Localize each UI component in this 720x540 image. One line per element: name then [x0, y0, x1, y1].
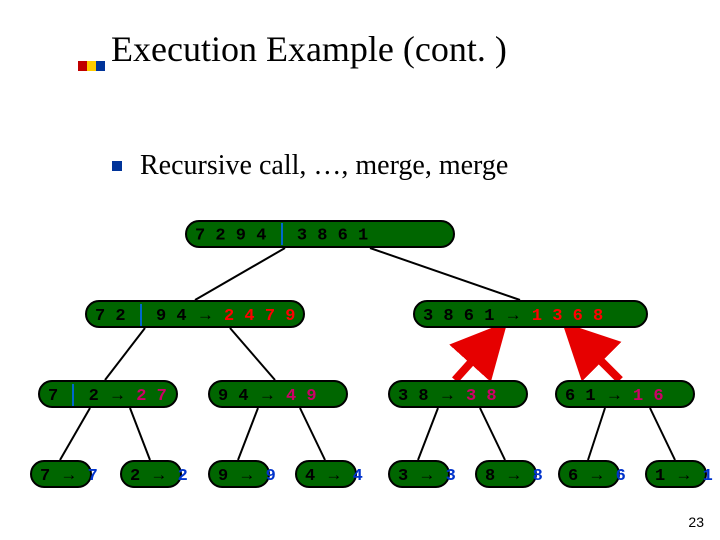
- title-accent: [78, 61, 105, 71]
- node-in-right: 2: [89, 387, 99, 406]
- tree-node-lr: 9 4 → 4 9: [208, 380, 348, 408]
- node-in: 6: [568, 467, 578, 486]
- node-out: 4 9: [286, 387, 317, 406]
- arrow-icon: →: [505, 465, 522, 484]
- tree-leaf: 7 → 7: [30, 460, 92, 488]
- node-out: 3 8: [466, 387, 497, 406]
- node-in-left: 7 2 9 4: [195, 226, 266, 245]
- node-out: 2 4 7 9: [224, 307, 295, 326]
- arrow-icon: →: [505, 305, 522, 324]
- node-in-right: 9 4: [156, 307, 187, 326]
- arrow-icon: →: [606, 385, 623, 404]
- split-bar: [281, 223, 283, 245]
- bullet-icon: [112, 161, 122, 171]
- node-in: 2: [130, 467, 140, 486]
- arrow-icon: →: [197, 305, 214, 324]
- node-in: 3 8: [398, 387, 429, 406]
- node-in: 8: [485, 467, 495, 486]
- node-in: 1: [655, 467, 665, 486]
- tree-node-rl: 3 8 → 3 8: [388, 380, 528, 408]
- node-out: 4: [353, 467, 363, 486]
- node-in: 3 8 6 1: [423, 307, 494, 326]
- title-block: Execution Example (cont. ): [78, 28, 507, 70]
- node-in: 9: [218, 467, 228, 486]
- tree-leaf: 6 → 6: [558, 460, 620, 488]
- node-out: 1 3 6 8: [532, 307, 603, 326]
- arrow-icon: →: [439, 385, 456, 404]
- node-out: 1 6: [633, 387, 664, 406]
- arrow-icon: →: [259, 385, 276, 404]
- node-out: 3: [446, 467, 456, 486]
- tree-leaf: 1 → 1: [645, 460, 707, 488]
- node-in: 7: [40, 467, 50, 486]
- tree-leaf: 2 → 2: [120, 460, 182, 488]
- node-in-right: 3 8 6 1: [297, 226, 368, 245]
- tree-leaf: 4 → 4: [295, 460, 357, 488]
- bullet-line: Recursive call, …, merge, merge: [112, 150, 508, 182]
- arrow-icon: →: [238, 465, 255, 484]
- node-in: 4: [305, 467, 315, 486]
- tree-node-r: 3 8 6 1 → 1 3 6 8: [413, 300, 648, 328]
- bullet-text: Recursive call, …, merge, merge: [140, 150, 508, 181]
- arrow-icon: →: [150, 465, 167, 484]
- node-out: 2: [178, 467, 188, 486]
- node-in: 3: [398, 467, 408, 486]
- node-out: 1: [703, 467, 713, 486]
- arrow-icon: →: [109, 385, 126, 404]
- tree-node-l: 7 2 9 4 → 2 4 7 9: [85, 300, 305, 328]
- tree-leaf: 3 → 3: [388, 460, 450, 488]
- mergesort-tree: 7 2 9 4 3 8 6 1 7 2 9 4 → 2 4 7 9 3 8 6 …: [0, 200, 720, 500]
- arrow-icon: →: [60, 465, 77, 484]
- arrow-icon: →: [588, 465, 605, 484]
- node-out: 7: [88, 467, 98, 486]
- tree-leaf: 9 → 9: [208, 460, 270, 488]
- node-in-left: 7 2: [95, 307, 126, 326]
- node-out: 8: [533, 467, 543, 486]
- node-out: 2 7: [136, 387, 167, 406]
- node-out: 9: [266, 467, 276, 486]
- node-in: 9 4: [218, 387, 249, 406]
- split-bar: [72, 384, 74, 406]
- page-title: Execution Example (cont. ): [111, 29, 507, 69]
- arrow-icon: →: [675, 465, 692, 484]
- arrow-icon: →: [325, 465, 342, 484]
- tree-node-ll: 7 2 → 2 7: [38, 380, 178, 408]
- split-bar: [140, 304, 142, 326]
- node-in: 6 1: [565, 387, 596, 406]
- tree-node-rr: 6 1 → 1 6: [555, 380, 695, 408]
- node-in-left: 7: [48, 387, 58, 406]
- page-number: 23: [688, 514, 704, 530]
- tree-node-root: 7 2 9 4 3 8 6 1: [185, 220, 455, 248]
- tree-leaf: 8 → 8: [475, 460, 537, 488]
- node-out: 6: [616, 467, 626, 486]
- arrow-icon: →: [418, 465, 435, 484]
